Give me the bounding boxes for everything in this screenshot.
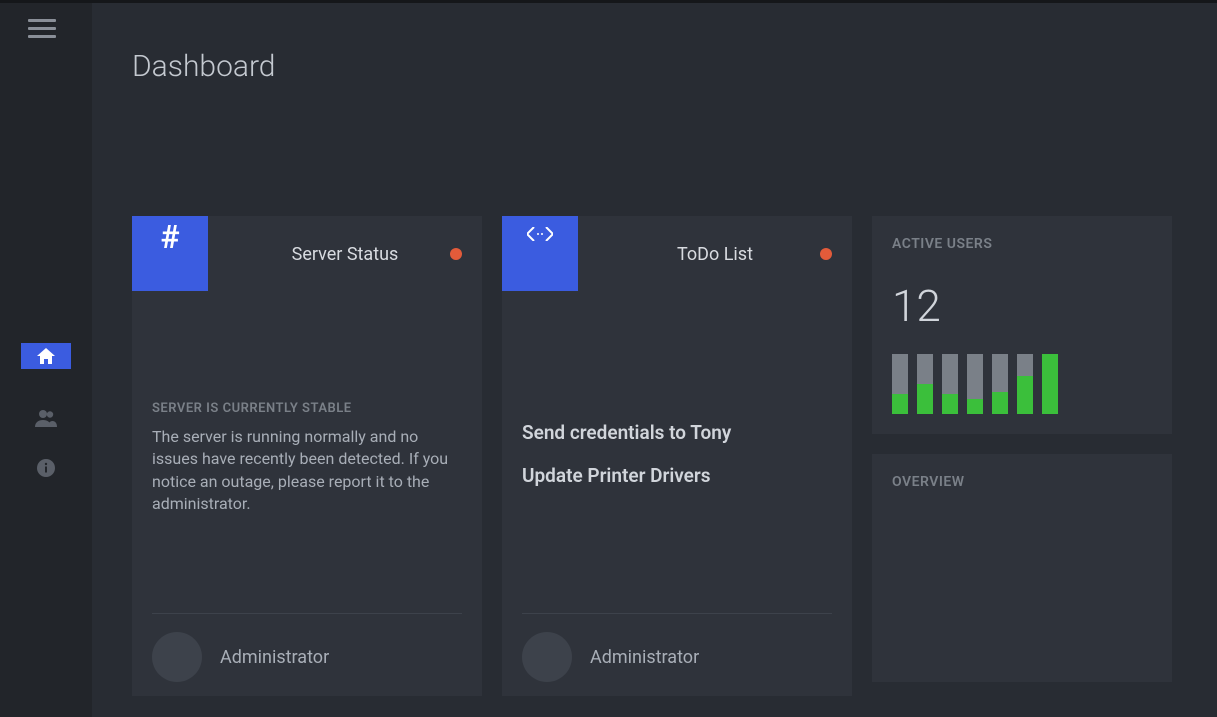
chart-bar-fill <box>942 394 958 414</box>
chart-bar <box>992 354 1008 414</box>
sidebar-item-info[interactable] <box>21 443 71 493</box>
chart-bar-fill <box>992 392 1008 414</box>
author-name: Administrator <box>220 647 329 668</box>
chart-bar-fill <box>967 399 983 414</box>
avatar <box>522 632 572 682</box>
sidebar-item-home[interactable] <box>21 343 71 369</box>
chart-bar <box>1017 354 1033 414</box>
todo-item[interactable]: Update Printer Drivers <box>522 464 832 487</box>
main-content: Dashboard # Server Status SERVER IS CURR… <box>92 3 1217 717</box>
chart-bar-fill <box>892 394 908 414</box>
overview-title: OVERVIEW <box>892 474 1152 490</box>
chart-bar-fill <box>917 384 933 414</box>
chart-bar <box>942 354 958 414</box>
card-title: ToDo List <box>578 216 852 265</box>
chart-bar <box>917 354 933 414</box>
server-status-text: The server is running normally and no is… <box>152 426 462 516</box>
server-status-card: # Server Status SERVER IS CURRENTLY STAB… <box>132 216 482 696</box>
status-indicator-dot <box>820 248 832 260</box>
overview-card: OVERVIEW <box>872 454 1172 682</box>
page-title: Dashboard <box>132 49 275 84</box>
todo-card: ToDo List Send credentials to Tony Updat… <box>502 216 852 696</box>
users-icon <box>35 409 57 427</box>
sidebar <box>0 3 92 717</box>
chart-bar-fill <box>1042 354 1058 414</box>
active-users-title: ACTIVE USERS <box>892 236 1152 252</box>
card-header: ToDo List <box>502 216 852 291</box>
active-users-card: ACTIVE USERS 12 <box>872 216 1172 434</box>
chart-bar <box>1042 354 1058 414</box>
cards-container: # Server Status SERVER IS CURRENTLY STAB… <box>132 216 1177 696</box>
avatar <box>152 632 202 682</box>
info-icon <box>37 459 55 477</box>
card-footer: Administrator <box>522 613 832 682</box>
hash-icon: # <box>132 216 208 291</box>
todo-list: Send credentials to Tony Update Printer … <box>522 421 832 507</box>
card-header: # Server Status <box>132 216 482 291</box>
chart-bar <box>892 354 908 414</box>
active-users-chart <box>892 354 1152 414</box>
author-name: Administrator <box>590 647 699 668</box>
card-title: Server Status <box>208 216 482 265</box>
home-icon <box>37 348 55 364</box>
chart-bar-fill <box>1017 376 1033 414</box>
chart-bar <box>967 354 983 414</box>
todo-item[interactable]: Send credentials to Tony <box>522 421 832 444</box>
server-status-subtitle: SERVER IS CURRENTLY STABLE <box>152 401 462 416</box>
card-footer: Administrator <box>152 613 462 682</box>
code-icon <box>502 216 578 291</box>
status-indicator-dot <box>450 248 462 260</box>
top-border <box>0 0 1217 3</box>
active-users-count: 12 <box>892 280 1152 332</box>
menu-toggle-button[interactable] <box>28 14 56 43</box>
sidebar-item-users[interactable] <box>21 393 71 443</box>
